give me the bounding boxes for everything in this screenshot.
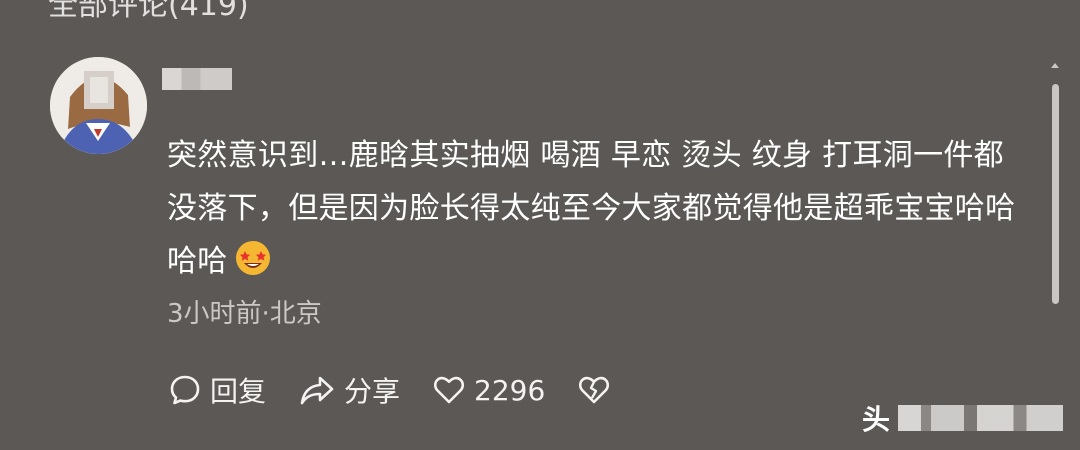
reply-button[interactable]: 回复 bbox=[168, 370, 266, 410]
avatar-image bbox=[50, 57, 147, 154]
broken-heart-icon bbox=[579, 376, 610, 404]
reply-label: 回复 bbox=[210, 375, 267, 408]
watermark-blurred-text bbox=[898, 405, 1064, 431]
heart-icon bbox=[433, 376, 465, 404]
comment-meta: 3小时前·北京 bbox=[167, 299, 322, 329]
share-button[interactable]: 分享 bbox=[298, 370, 400, 410]
like-count: 2296 bbox=[474, 373, 546, 407]
reply-icon bbox=[170, 375, 200, 405]
username-blurred[interactable] bbox=[162, 68, 232, 90]
star-struck-emoji-icon bbox=[234, 239, 272, 277]
watermark: 头 bbox=[862, 396, 1072, 440]
comment-text: 突然意识到…鹿晗其实抽烟 喝酒 早恋 烫头 纹身 打耳洞一件都没落下，但是因为脸… bbox=[167, 138, 1016, 279]
comment-body: 突然意识到…鹿晗其实抽烟 喝酒 早恋 烫头 纹身 打耳洞一件都没落下，但是因为脸… bbox=[167, 129, 1017, 288]
like-button[interactable]: 2296 bbox=[432, 373, 545, 407]
scrollbar[interactable] bbox=[1048, 58, 1062, 306]
share-icon bbox=[300, 376, 334, 405]
comments-header: 全部评论(419) bbox=[48, 0, 249, 23]
avatar[interactable] bbox=[50, 57, 147, 154]
watermark-glyph: 头 bbox=[862, 403, 891, 436]
dislike-button[interactable] bbox=[577, 373, 611, 407]
share-label: 分享 bbox=[344, 375, 401, 408]
scroll-up-icon[interactable] bbox=[1048, 58, 1062, 72]
scrollbar-thumb[interactable] bbox=[1052, 84, 1059, 304]
action-bar: 回复 分享 2296 bbox=[168, 368, 611, 412]
